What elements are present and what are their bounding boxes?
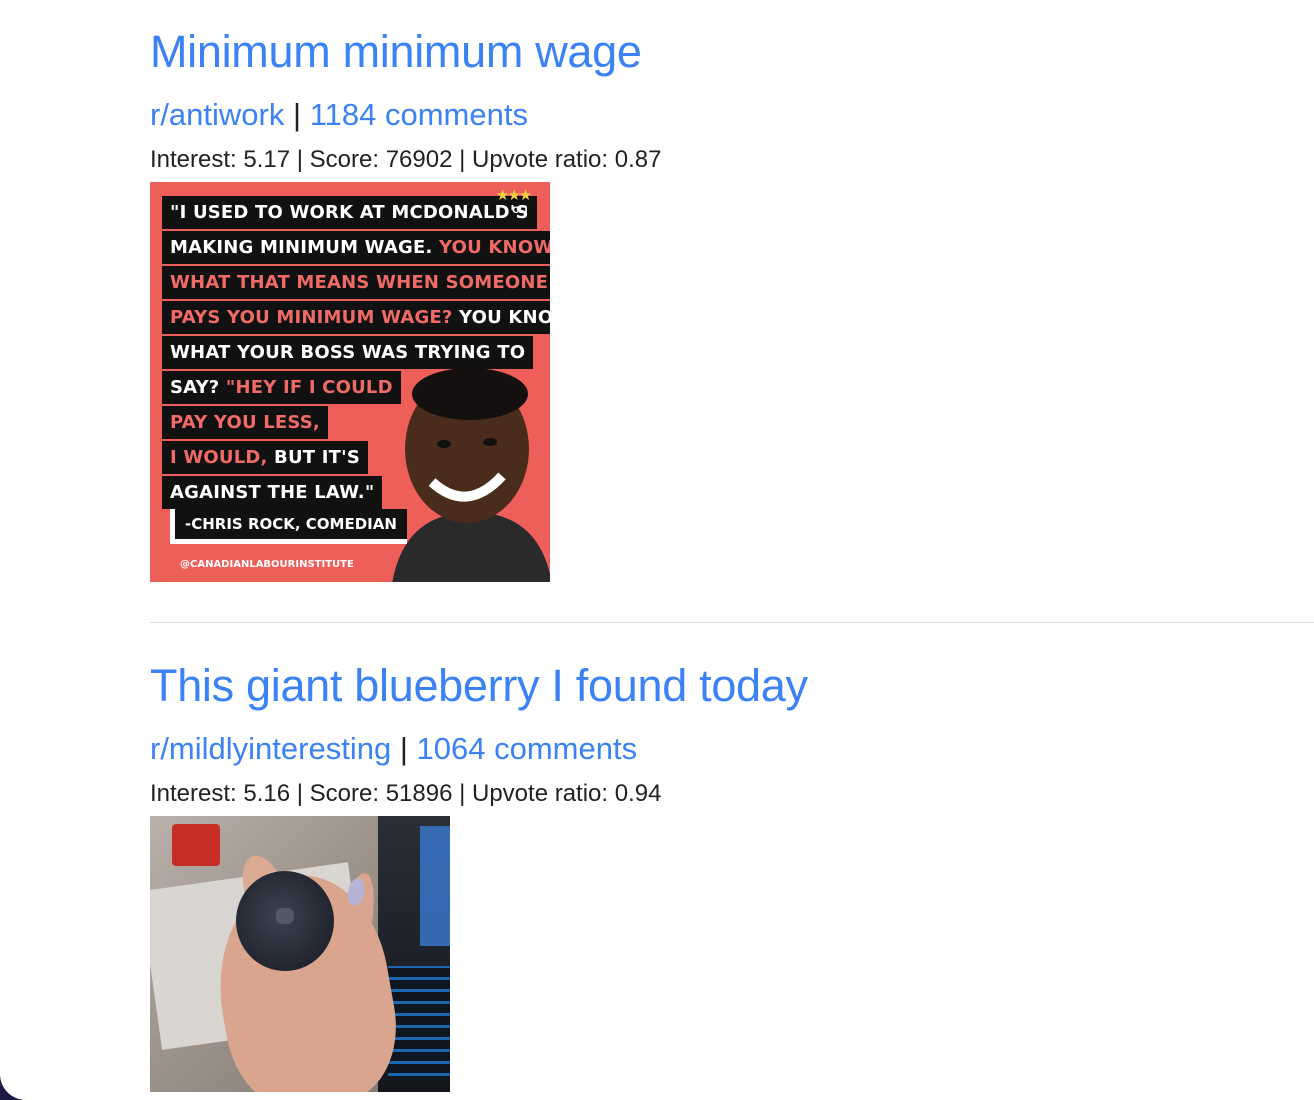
laptop-screen-shape xyxy=(420,826,450,946)
post-image-blueberry-photo[interactable] xyxy=(150,816,450,1092)
subreddit-link[interactable]: r/antiwork xyxy=(150,97,284,132)
post-stats: Interest: 5.17 | Score: 76902 | Upvote r… xyxy=(150,146,662,173)
quote-line: WHAT THAT MEANS WHEN SOMEONE xyxy=(162,266,550,299)
comments-link[interactable]: 1184 comments xyxy=(310,97,528,132)
separator: | xyxy=(293,97,302,132)
post-divider xyxy=(150,622,1314,623)
quote-line: PAY YOU LESS, xyxy=(162,406,328,439)
quote-attribution: -CHRIS ROCK, COMEDIAN xyxy=(170,509,407,544)
subreddit-link[interactable]: r/mildlyinteresting xyxy=(150,731,391,766)
keyboard-shape xyxy=(388,966,450,1076)
comments-link[interactable]: 1064 comments xyxy=(417,731,638,766)
quote-line: I WOULD, BUT IT'S xyxy=(162,441,368,474)
star-icon: ★★★ xyxy=(496,187,532,204)
portrait-illustration xyxy=(392,368,550,582)
brand-logo: CLI xyxy=(512,206,528,216)
quote-line: AGAINST THE LAW." xyxy=(162,476,383,509)
quote-line: "I USED TO WORK AT MCDONALD'S xyxy=(162,196,537,229)
feed-page: Minimum minimum wage r/antiwork | 1184 c… xyxy=(0,0,1314,1100)
post-card: This giant blueberry I found today r/mil… xyxy=(150,660,808,1092)
source-handle: @CANADIANLABOURINSTITUTE xyxy=(180,559,354,570)
post-stats: Interest: 5.16 | Score: 51896 | Upvote r… xyxy=(150,780,662,807)
separator: | xyxy=(399,731,408,766)
post-title-link[interactable]: This giant blueberry I found today xyxy=(150,660,808,712)
post-image-chris-rock-quote[interactable]: "I USED TO WORK AT MCDONALD'S MAKING MIN… xyxy=(150,182,550,582)
blueberry-crown-shape xyxy=(276,908,294,924)
quote-line: MAKING MINIMUM WAGE. YOU KNOW xyxy=(162,231,550,264)
post-links: r/mildlyinteresting | 1064 comments xyxy=(150,732,808,766)
post-links: r/antiwork | 1184 comments xyxy=(150,98,661,132)
cup-shape xyxy=(172,824,220,866)
quote-line: SAY? "HEY IF I COULD xyxy=(162,371,401,404)
post-title-link[interactable]: Minimum minimum wage xyxy=(150,26,661,78)
quote-line: PAYS YOU MINIMUM WAGE? YOU KNOW xyxy=(162,301,550,334)
post-card: Minimum minimum wage r/antiwork | 1184 c… xyxy=(150,26,661,582)
